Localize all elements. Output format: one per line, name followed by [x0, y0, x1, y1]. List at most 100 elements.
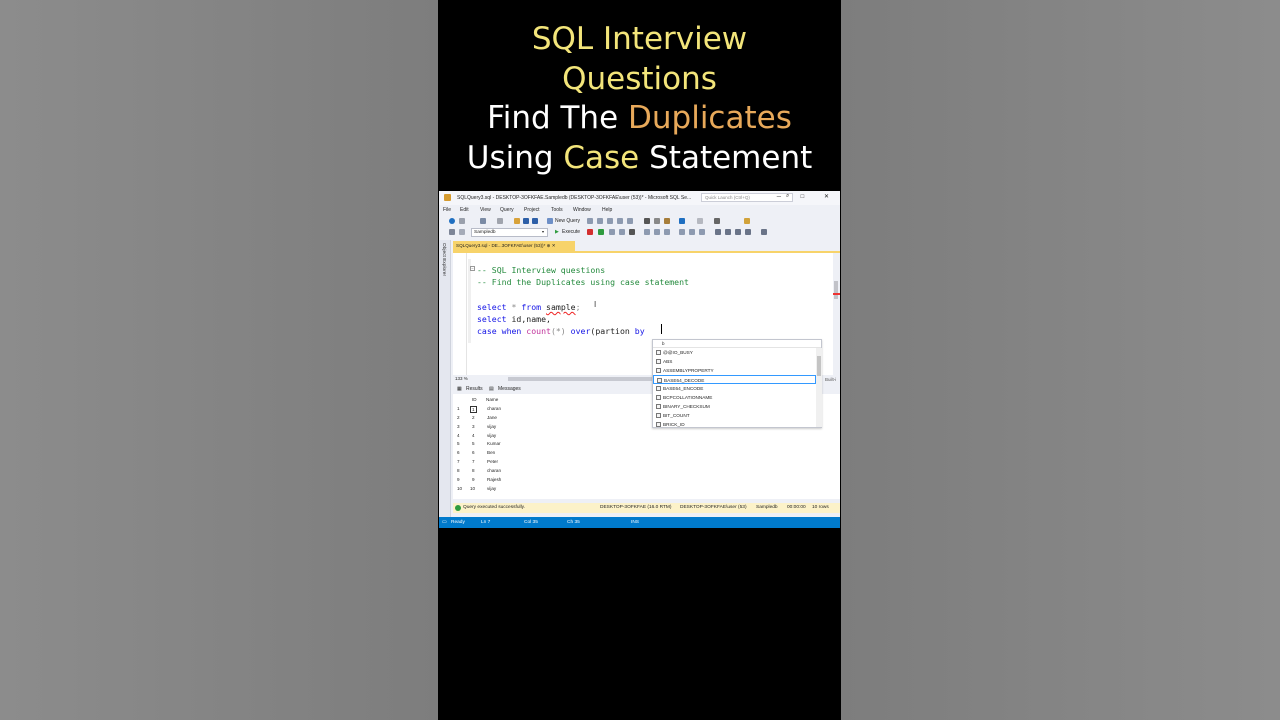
completion-item[interactable]: ABS — [653, 357, 816, 366]
comment-icon[interactable] — [715, 229, 721, 235]
intellisense-icon[interactable] — [629, 229, 635, 235]
column-header-name[interactable]: Name — [486, 397, 498, 402]
intellisense-popup[interactable]: b @@IO_BUSY ABS ASSEMBLYPROPERTY BASE64_… — [652, 339, 822, 428]
object-explorer-panel[interactable]: Object Explorer — [439, 240, 451, 517]
solution-config-icon[interactable] — [714, 218, 720, 224]
decrease-indent-icon[interactable] — [735, 229, 741, 235]
save-icon[interactable] — [523, 218, 529, 224]
menu-file[interactable]: File — [443, 207, 451, 213]
function-icon — [656, 422, 661, 427]
completion-item[interactable]: BINARY_CHECKSUM — [653, 402, 816, 411]
back-icon[interactable] — [449, 218, 455, 224]
uncomment-icon[interactable] — [725, 229, 731, 235]
new-query-icon[interactable] — [547, 218, 553, 224]
tab-messages[interactable]: Messages — [498, 386, 521, 392]
results-to-text-icon[interactable] — [679, 229, 685, 235]
menu-edit[interactable]: Edit — [460, 207, 469, 213]
completion-item[interactable]: ASSEMBLYPROPERTY — [653, 366, 816, 375]
title-text: Using — [466, 139, 564, 176]
connect-icon[interactable] — [449, 229, 455, 235]
zoom-level[interactable]: 133 % — [455, 376, 468, 381]
completion-item[interactable]: BIT_COUNT — [653, 411, 816, 420]
completion-item[interactable]: BRICK_ID — [653, 420, 816, 429]
undo-icon[interactable] — [679, 218, 685, 224]
menu-query[interactable]: Query — [500, 207, 514, 213]
completion-item[interactable]: @@IO_BUSY — [653, 348, 816, 357]
increase-indent-icon[interactable] — [745, 229, 751, 235]
live-stats-icon[interactable] — [654, 229, 660, 235]
horizontal-scrollbar[interactable] — [508, 377, 658, 381]
new-query-button[interactable]: New Query — [555, 218, 580, 224]
column-header-id[interactable]: ID — [472, 397, 477, 402]
scroll-thumb[interactable] — [834, 281, 838, 299]
cell-id[interactable]: 4 — [472, 433, 475, 438]
cell-name[interactable]: Jane — [487, 415, 497, 420]
cell-name[interactable]: Rajesh — [487, 477, 501, 482]
completion-item[interactable]: BCPCOLLATIONNAME — [653, 393, 816, 402]
collapse-icon[interactable]: − — [470, 266, 475, 271]
find-icon[interactable] — [744, 218, 750, 224]
query-options-icon[interactable] — [619, 229, 625, 235]
menu-help[interactable]: Help — [602, 207, 612, 213]
tab-results[interactable]: Results — [466, 386, 483, 392]
database-select[interactable]: Sampledb — [471, 228, 548, 237]
cell-name[interactable]: Peter — [487, 459, 498, 464]
mdx-query-icon[interactable] — [587, 218, 593, 224]
forward-icon[interactable] — [459, 218, 465, 224]
parse-icon[interactable] — [598, 229, 604, 235]
cell-id[interactable]: 7 — [472, 459, 475, 464]
menu-window[interactable]: Window — [573, 207, 591, 213]
cell-id[interactable]: 3 — [472, 424, 475, 429]
cell-id[interactable]: 8 — [472, 468, 475, 473]
execute-button[interactable]: Execute — [562, 229, 580, 235]
dmx-query-icon[interactable] — [597, 218, 603, 224]
copy-icon[interactable] — [654, 218, 660, 224]
cell-name[interactable]: vijay — [487, 424, 496, 429]
window-controls[interactable]: ─ □ ✕ — [777, 193, 838, 200]
cell-id[interactable]: 2 — [472, 415, 475, 420]
results-to-file-icon[interactable] — [699, 229, 705, 235]
add-item-icon[interactable] — [497, 218, 503, 224]
cell-name[interactable]: charan — [487, 406, 501, 411]
specify-values-icon[interactable] — [761, 229, 767, 235]
tab-sqlquery3[interactable]: SQLQuery3.sql - DE...3OFKFAE\user (53))*… — [453, 241, 575, 251]
execute-icon[interactable]: ▶ — [555, 229, 559, 235]
cell-name[interactable]: charan — [487, 468, 501, 473]
completion-item-selected[interactable]: BASE64_DECODE — [653, 375, 816, 384]
chevron-down-icon[interactable]: ▾ — [542, 229, 544, 234]
menu-tools[interactable]: Tools — [551, 207, 563, 213]
menu-project[interactable]: Project — [524, 207, 540, 213]
popup-scrollbar[interactable] — [816, 348, 822, 427]
xmla-query-icon[interactable] — [607, 218, 613, 224]
title-highlight: Duplicates — [628, 100, 792, 136]
cell-name[interactable]: Ben — [487, 450, 495, 455]
include-plan-icon[interactable] — [644, 229, 650, 235]
cell-name[interactable]: vijay — [487, 486, 496, 491]
xevent-query-icon[interactable] — [627, 218, 633, 224]
cell-id[interactable]: 6 — [472, 450, 475, 455]
save-all-icon[interactable] — [532, 218, 538, 224]
cell-id[interactable]: 1 — [470, 405, 477, 413]
change-connection-icon[interactable] — [459, 229, 465, 235]
cell-name[interactable]: vijay — [487, 433, 496, 438]
popup-scroll-thumb[interactable] — [817, 356, 821, 376]
cancel-query-icon[interactable] — [587, 229, 593, 235]
cell-id[interactable]: 5 — [472, 441, 475, 446]
new-project-icon[interactable] — [480, 218, 486, 224]
das-query-icon[interactable] — [617, 218, 623, 224]
cell-id[interactable]: 9 — [472, 477, 475, 482]
paste-icon[interactable] — [664, 218, 670, 224]
display-plan-icon[interactable] — [609, 229, 615, 235]
client-stats-icon[interactable] — [664, 229, 670, 235]
elapsed-time: 00:00:00 — [787, 505, 806, 510]
cell-id[interactable]: 10 — [470, 486, 475, 491]
video-title: SQL Interview Questions Find The Duplica… — [438, 20, 841, 178]
cut-icon[interactable] — [644, 218, 650, 224]
redo-icon[interactable] — [697, 218, 703, 224]
menu-view[interactable]: View — [480, 207, 491, 213]
cell-name[interactable]: Kumar — [487, 441, 501, 446]
open-folder-icon[interactable] — [514, 218, 520, 224]
editor-scrollbar[interactable] — [833, 253, 840, 375]
completion-item[interactable]: BASE64_ENCODE — [653, 384, 816, 393]
results-to-grid-icon[interactable] — [689, 229, 695, 235]
